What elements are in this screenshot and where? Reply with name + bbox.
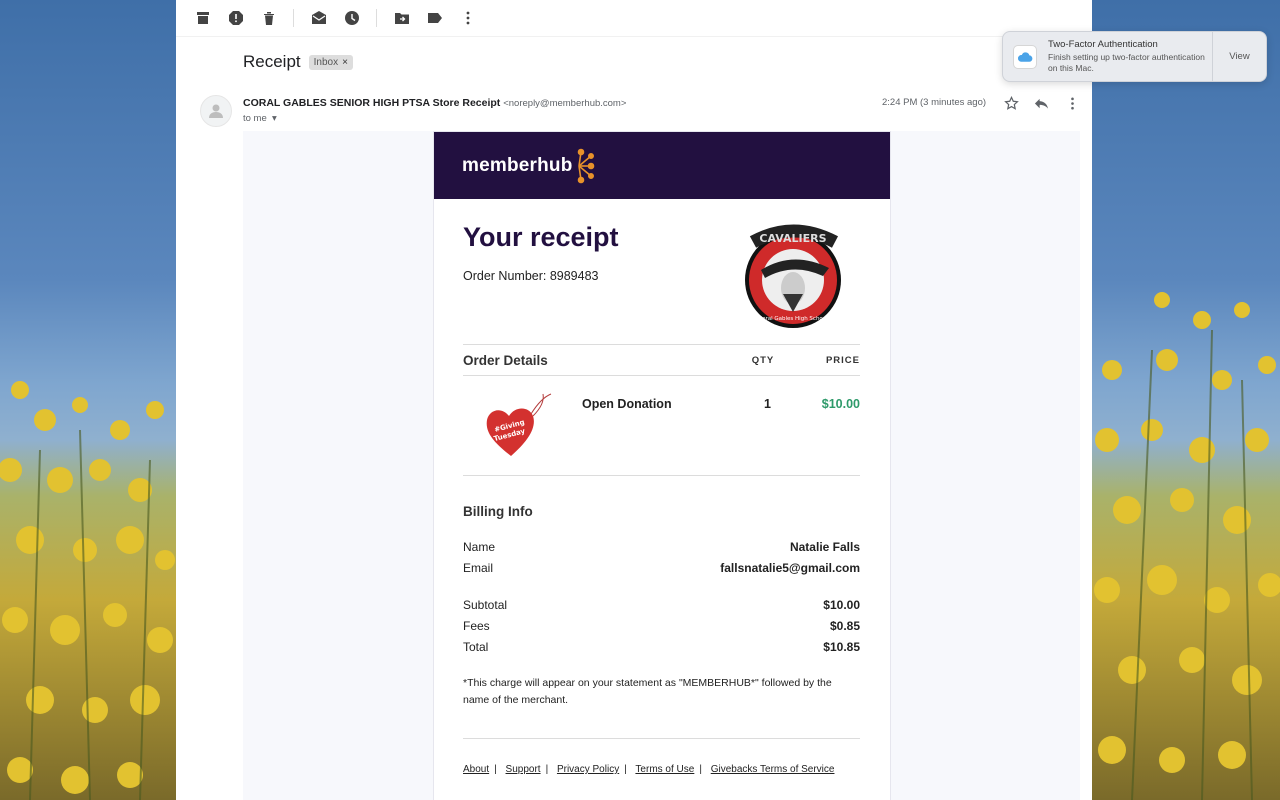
fees-label: Fees [463,619,490,633]
two-factor-notification[interactable]: Two-Factor Authentication Finish setting… [1002,31,1267,82]
notification-title: Two-Factor Authentication [1048,39,1158,50]
footer-separator: | [494,764,497,775]
subject-row: Receipt Inbox × [243,52,353,72]
total-label: Total [463,640,489,654]
divider [463,375,860,376]
subtotal-row: Subtotal $10.00 [463,598,860,612]
toolbar-divider [376,9,377,27]
notification-icon-wrap [1003,32,1040,81]
memberhub-burst-icon [577,148,594,183]
name-value: Natalie Falls [789,540,860,554]
item-qty: 1 [764,397,771,411]
giving-tuesday-heart-image: #Giving Tuesday [483,392,553,464]
statement-note: *This charge will appear on your stateme… [463,677,832,706]
privacy-policy-link[interactable]: Privacy Policy [557,764,619,775]
inbox-label-chip[interactable]: Inbox × [308,54,353,70]
footer-links: About | Support | Privacy Policy | Terms of… [463,764,860,775]
divider [463,475,860,476]
email-toolbar [176,0,1092,37]
label-text: Inbox [313,56,339,68]
email-body: memberhub Your receipt Order Number: 898… [243,131,1080,800]
remove-label-icon[interactable]: × [342,57,348,68]
divider [463,738,860,739]
billing-info-heading: Billing Info [463,504,533,519]
mark-unread-icon[interactable] [302,0,335,36]
name-label: Name [463,540,496,554]
price-column-header: PRICE [825,355,860,366]
total-row: Total $10.85 [463,640,860,654]
total-value: $10.85 [823,640,860,654]
email-subject: Receipt [243,52,301,71]
divider [463,344,860,345]
delete-icon[interactable] [252,0,285,36]
notification-text: Two-Factor Authentication Finish setting… [1040,32,1212,81]
snooze-icon[interactable] [335,0,368,36]
footer-separator: | [699,764,702,775]
sender-email: <noreply@memberhub.com> [503,98,627,109]
sender-avatar[interactable] [200,95,232,127]
fees-row: Fees $0.85 [463,619,860,633]
order-details-header: Order Details QTY PRICE [463,353,860,368]
report-spam-icon[interactable] [219,0,252,36]
item-price: $10.00 [821,397,860,411]
icloud-icon [1013,44,1037,69]
move-to-icon[interactable] [385,0,418,36]
logo-text-top: CAVALIERS [759,232,826,245]
cavaliers-logo: CAVALIERS Coral Gables High School [743,222,845,330]
logo-text-bottom: Coral Gables High School [758,316,828,322]
sender-name[interactable]: CORAL GABLES SENIOR HIGH PTSA Store Rece… [243,97,500,109]
recipient-text: to me [243,113,267,124]
subtotal-value: $10.00 [823,598,860,612]
support-link[interactable]: Support [506,764,541,775]
about-link[interactable]: About [463,764,489,775]
memberhub-banner: memberhub [434,132,890,199]
terms-of-use-link[interactable]: Terms of Use [635,764,694,775]
email-timestamp: 2:24 PM (3 minutes ago) [882,97,987,108]
notification-message: Finish setting up two-factor authenticat… [1048,52,1205,73]
sender-line: CORAL GABLES SENIOR HIGH PTSA Store Rece… [243,97,626,109]
more-icon[interactable] [451,0,484,36]
label-icon[interactable] [418,0,451,36]
star-icon[interactable] [1002,94,1020,112]
reply-icon[interactable] [1032,94,1050,112]
fees-value: $0.85 [829,619,860,633]
receipt-card: memberhub Your receipt Order Number: 898… [433,131,891,800]
toolbar-divider [293,9,294,27]
chevron-down-icon: ▾ [269,113,277,124]
wallpaper-left [0,0,176,800]
email-label: Email [463,561,494,575]
qty-column-header: QTY [751,355,775,366]
memberhub-logo: memberhub [462,154,573,176]
notification-view-button[interactable]: View [1212,32,1266,81]
wallpaper-right [1092,0,1280,800]
billing-name-row: Name Natalie Falls [463,540,860,554]
gmail-window: Receipt Inbox × CORAL GABLES SENIOR HIGH… [176,0,1092,800]
item-name: Open Donation [582,397,672,411]
footer-separator: | [545,764,549,775]
givebacks-terms-link[interactable]: Givebacks Terms of Service [711,764,835,775]
archive-icon[interactable] [186,0,219,36]
email-value: fallsnatalie5@gmail.com [720,561,860,575]
footer-separator: | [624,764,627,775]
subtotal-label: Subtotal [463,598,508,612]
recipient-toggle[interactable]: to me ▾ [243,113,277,124]
order-details-heading: Order Details [463,353,548,368]
billing-email-row: Email fallsnatalie5@gmail.com [463,561,860,575]
more-options-icon[interactable] [1063,94,1081,112]
